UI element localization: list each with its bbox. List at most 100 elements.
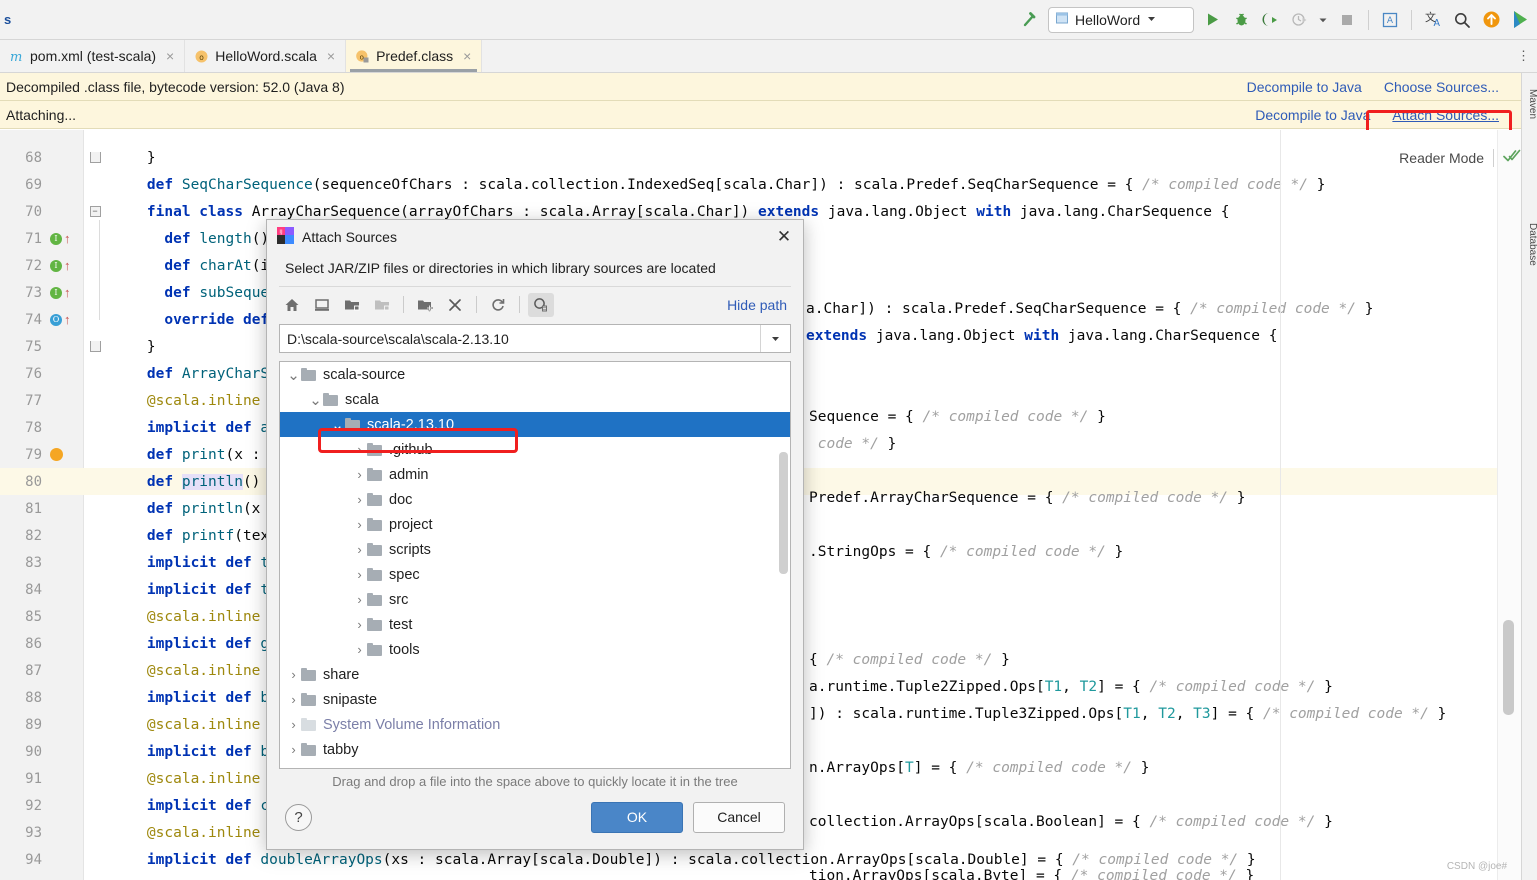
file-tree-row[interactable]: ⌄ scala-source — [280, 362, 790, 387]
fold-marker[interactable] — [84, 152, 106, 163]
gutter-markers[interactable]: I ↑ — [48, 259, 84, 272]
implementing-method-icon[interactable]: I — [50, 259, 62, 272]
attach-sources-link[interactable]: Attach Sources... — [1392, 107, 1499, 123]
update-project-icon[interactable] — [1480, 9, 1502, 31]
chevron-right-icon[interactable]: › — [286, 717, 301, 732]
gutter-markers[interactable] — [48, 448, 84, 461]
file-tree-row[interactable]: › share — [280, 662, 790, 687]
chevron-right-icon[interactable]: › — [352, 542, 367, 557]
run-icon[interactable] — [1201, 9, 1223, 31]
navigate-up-icon[interactable]: ↑ — [64, 232, 71, 245]
debug-icon[interactable] — [1230, 9, 1252, 31]
new-folder-icon[interactable] — [412, 293, 438, 317]
fold-marker[interactable]: − — [84, 206, 106, 217]
chevron-right-icon[interactable]: › — [286, 667, 301, 682]
chevron-right-icon[interactable]: › — [352, 642, 367, 657]
close-icon[interactable]: × — [327, 48, 335, 64]
file-tree-row[interactable]: › test — [280, 612, 790, 637]
project-folder-icon[interactable] — [339, 293, 365, 317]
close-icon[interactable]: × — [463, 48, 471, 64]
fold-collapse-icon[interactable]: − — [89, 206, 101, 217]
file-tree-row[interactable]: › tools — [280, 637, 790, 662]
intention-bulb-icon[interactable] — [50, 448, 63, 461]
decompile-to-java-link[interactable]: Decompile to Java — [1255, 107, 1370, 123]
chevron-down-icon[interactable]: ⌄ — [330, 416, 345, 434]
inspect-code-icon[interactable]: A — [1379, 9, 1401, 31]
file-tree-row[interactable]: › doc — [280, 487, 790, 512]
navigate-up-icon[interactable]: ↑ — [64, 313, 71, 326]
chevron-right-icon[interactable]: › — [286, 692, 301, 707]
fold-end-icon[interactable] — [89, 341, 101, 352]
fold-end-icon[interactable] — [89, 152, 101, 163]
file-tree-row[interactable]: › project — [280, 512, 790, 537]
decompile-to-java-link[interactable]: Decompile to Java — [1247, 79, 1362, 95]
fold-marker[interactable] — [84, 341, 106, 352]
reader-mode-strip[interactable]: Reader Mode — [1399, 148, 1521, 167]
implementing-method-icon[interactable]: I — [50, 232, 62, 245]
chevron-right-icon[interactable]: › — [352, 517, 367, 532]
navigate-up-icon[interactable]: ↑ — [64, 259, 71, 272]
tool-tab-maven[interactable]: Maven — [1522, 89, 1537, 119]
editor-tab-helloword-scala[interactable]: o HelloWord.scala × — [185, 40, 347, 72]
file-tree-row[interactable]: › .github — [280, 437, 790, 462]
show-hidden-files-icon[interactable] — [528, 292, 554, 317]
gutter-markers[interactable]: I ↑ — [48, 286, 84, 299]
close-icon[interactable]: × — [166, 48, 174, 64]
file-tree-row[interactable]: › tabby — [280, 737, 790, 762]
choose-sources-link[interactable]: Choose Sources... — [1384, 79, 1499, 95]
file-tree-row[interactable]: › scripts — [280, 537, 790, 562]
cancel-button[interactable]: Cancel — [693, 801, 785, 833]
editor-tab-pom-xml[interactable]: m pom.xml (test-scala) × — [0, 40, 186, 72]
run-coverage-icon[interactable] — [1259, 9, 1281, 31]
chevron-right-icon[interactable]: › — [352, 442, 367, 457]
path-combobox[interactable]: D:\scala-source\scala\scala-2.13.10 — [279, 324, 791, 353]
help-button[interactable]: ? — [285, 803, 312, 831]
chevron-down-icon[interactable] — [760, 325, 790, 352]
chevron-down-icon[interactable]: ⌄ — [308, 391, 323, 409]
translate-icon[interactable]: 文 A — [1422, 9, 1444, 31]
more-vertical-icon[interactable]: ⋮ — [1511, 40, 1537, 72]
close-icon[interactable]: ✕ — [773, 227, 795, 247]
file-tree-scrollbar[interactable] — [779, 452, 788, 574]
desktop-icon[interactable] — [309, 293, 335, 317]
file-tree-row[interactable]: › System Volume Information — [280, 712, 790, 737]
error-stripe-gutter[interactable] — [1497, 130, 1521, 880]
path-input[interactable]: D:\scala-source\scala\scala-2.13.10 — [280, 331, 760, 347]
file-tree-row[interactable]: › src — [280, 587, 790, 612]
gutter-markers[interactable]: O ↑ — [48, 313, 84, 326]
stop-icon[interactable] — [1336, 9, 1358, 31]
gutter-markers[interactable]: I ↑ — [48, 232, 84, 245]
file-tree-row[interactable]: › spec — [280, 562, 790, 587]
chevron-right-icon[interactable]: › — [352, 567, 367, 582]
implementing-method-icon[interactable]: I — [50, 286, 62, 299]
overriding-method-icon[interactable]: O — [50, 313, 62, 326]
editor-vertical-scrollbar[interactable] — [1503, 620, 1514, 715]
file-tree-row[interactable]: ⌄ scala — [280, 387, 790, 412]
build-hammer-icon[interactable] — [1019, 9, 1041, 31]
ide-avatar-icon[interactable] — [1509, 9, 1531, 31]
search-everywhere-icon[interactable] — [1451, 9, 1473, 31]
chevron-down-icon[interactable] — [1146, 12, 1157, 27]
chevron-right-icon[interactable]: › — [352, 467, 367, 482]
home-icon[interactable] — [279, 293, 305, 317]
file-tree[interactable]: ⌄ scala-source ⌄ scala ⌄ scala-2.13.10 › .githu… — [279, 361, 791, 769]
delete-icon[interactable] — [442, 293, 468, 317]
chevron-down-icon[interactable]: ⌄ — [286, 366, 301, 384]
chevron-right-icon[interactable]: › — [352, 617, 367, 632]
run-configuration-selector[interactable]: HelloWord — [1048, 6, 1194, 33]
editor-tab-predef-class[interactable]: o Predef.class × — [346, 40, 483, 72]
hide-path-link[interactable]: Hide path — [727, 297, 791, 313]
refresh-icon[interactable] — [485, 293, 511, 317]
code-line[interactable]: 69 def SeqCharSequence(sequenceOfChars :… — [0, 171, 1521, 198]
tool-tab-database[interactable]: Database — [1522, 223, 1537, 266]
chevron-right-icon[interactable]: › — [352, 592, 367, 607]
profiler-dropdown-icon[interactable] — [1317, 9, 1329, 31]
file-tree-row[interactable]: › snipaste — [280, 687, 790, 712]
chevron-right-icon[interactable]: › — [352, 492, 367, 507]
navigate-up-icon[interactable]: ↑ — [64, 286, 71, 299]
ok-button[interactable]: OK — [591, 801, 683, 833]
chevron-right-icon[interactable]: › — [286, 742, 301, 757]
attach-sources-dialog[interactable]: IJ Attach Sources ✕ Select JAR/ZIP files… — [266, 219, 804, 850]
code-line[interactable]: 94 implicit def doubleArrayOps(xs : scal… — [0, 846, 1521, 873]
profiler-icon[interactable] — [1288, 9, 1310, 31]
